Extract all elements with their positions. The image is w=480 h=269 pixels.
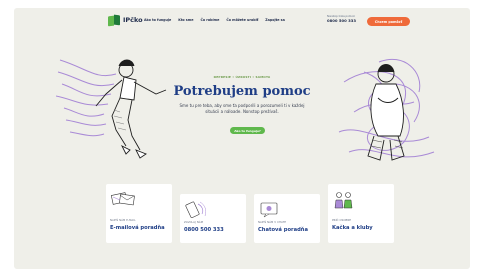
card-title[interactable]: 0800 500 333 — [184, 227, 224, 233]
logo-mark-icon — [108, 14, 120, 27]
nav-item-zapojte-sa[interactable]: Zapojte sa — [265, 18, 285, 22]
card-label: NAPÍŠ NÁM V CHATE — [258, 221, 287, 224]
how-it-works-button[interactable]: Ako to funguje? — [230, 127, 265, 134]
sitting-person-illustration — [338, 58, 435, 161]
phone-block[interactable]: Nonstop linka pomoci 0800 500 333 — [327, 15, 356, 23]
main-nav: Ako to funguje Kto sme Čo robíme Čo môže… — [144, 18, 285, 22]
site-header: IPčko Ako to funguje Kto sme Čo robíme Č… — [14, 8, 470, 34]
letters-icon — [110, 192, 135, 206]
hero-description: Sme tu pre teba, aby sme ťa podporili a … — [179, 103, 305, 115]
card-email[interactable]: NAPÍŠ NÁM E-MAIL E-mailová poradňa — [106, 184, 172, 243]
logo[interactable]: IPčko — [108, 14, 143, 27]
jumping-person-illustration — [56, 59, 167, 159]
hero-categories: DEPRESIE • ÚZKOSTI • SAMOTA — [213, 75, 271, 79]
card-label: NAPÍŠ NÁM E-MAIL — [110, 219, 136, 222]
card-title[interactable]: Kačka a kluby — [332, 225, 373, 231]
page: IPčko Ako to funguje Kto sme Čo robíme Č… — [14, 8, 470, 269]
nav-item-ako-to-funguje[interactable]: Ako to funguje — [144, 18, 171, 22]
card-in-person[interactable]: PRÍĎ OSOBNE Kačka a kluby — [328, 184, 394, 243]
phone-icon — [185, 201, 207, 218]
nav-item-co-robime[interactable]: Čo robíme — [200, 18, 219, 22]
chat-icon — [260, 202, 278, 218]
logo-text: IPčko — [123, 16, 143, 25]
card-label: PRÍĎ OSOBNE — [332, 219, 352, 222]
help-cta-button[interactable]: Chcem pomôcť — [367, 17, 410, 26]
people-icon — [334, 192, 353, 209]
nav-item-co-mozete-urobit[interactable]: Čo môžete urobiť — [226, 18, 258, 22]
card-chat[interactable]: NAPÍŠ NÁM V CHATE Chatová poradňa — [254, 194, 320, 243]
card-title[interactable]: E-mailová poradňa — [110, 225, 165, 231]
page-title: Potrebujem pomoc — [173, 84, 311, 99]
card-phone[interactable]: ZAVOLAJ NÁM 0800 500 333 — [180, 194, 246, 243]
card-label: ZAVOLAJ NÁM — [184, 221, 204, 224]
phone-number[interactable]: 0800 500 333 — [327, 18, 356, 23]
nav-item-kto-sme[interactable]: Kto sme — [178, 18, 193, 22]
card-title[interactable]: Chatová poradňa — [258, 227, 308, 233]
